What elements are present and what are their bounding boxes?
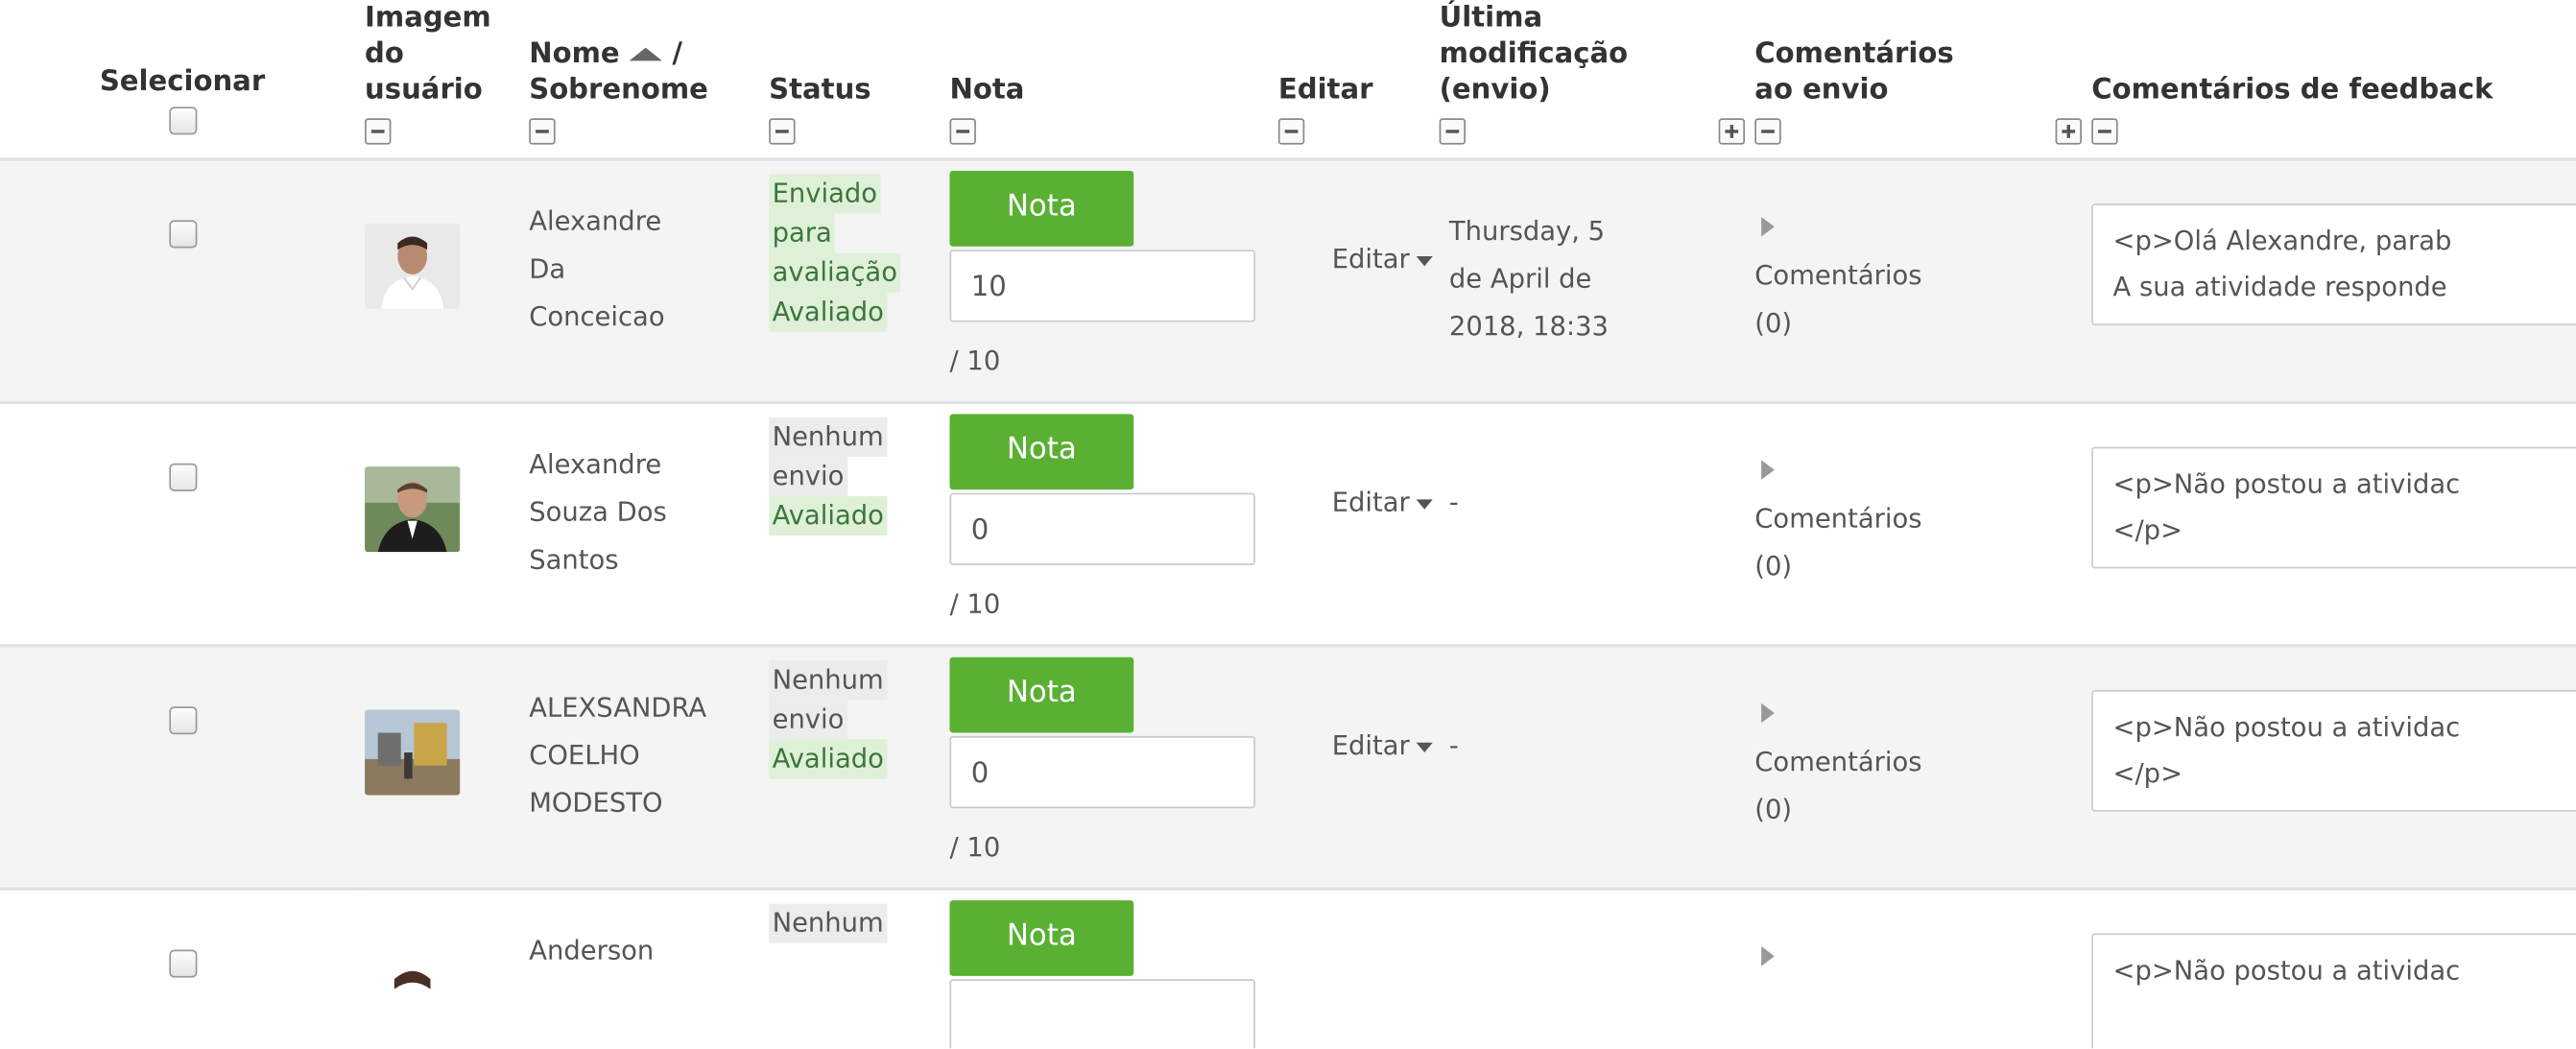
comments-link[interactable]: Comentários (1754, 494, 2091, 542)
expand-comments-icon[interactable] (1761, 703, 1775, 724)
student-name[interactable]: Alexandre (529, 197, 769, 245)
last-modified-date: Thursday, 5 de April de 2018, 18:33 (1448, 215, 1609, 343)
status-badge: Nenhum (769, 891, 949, 943)
row-select-checkbox[interactable] (168, 706, 197, 735)
feedback-textarea[interactable]: <p>Não postou a atividac </p> (2091, 689, 2576, 812)
header-submission-comments: Comentários ao envio (1754, 0, 2091, 159)
sort-first-name-link[interactable]: Nome (529, 37, 619, 70)
comments-link[interactable]: Comentários (1754, 738, 2091, 786)
sort-grade-link[interactable]: Nota (949, 72, 1277, 108)
caret-down-icon (1416, 498, 1433, 509)
collapse-grade-column-icon[interactable] (949, 118, 976, 145)
grade-input[interactable] (949, 979, 1255, 1049)
collapse-modified-column-icon[interactable] (1439, 118, 1467, 145)
header-select: Selecionar (0, 0, 365, 159)
grade-max: / 10 (949, 587, 1001, 620)
status-badge: Enviado para avaliação Avaliado (769, 161, 949, 332)
collapse-feedback-column-icon[interactable] (2091, 118, 2118, 145)
grade-button[interactable]: Nota (949, 656, 1134, 733)
sort-ascending-icon (629, 47, 663, 61)
comments-link[interactable]: Comentários (1754, 251, 2091, 299)
expand-column-icon[interactable] (1718, 118, 1746, 145)
avatar[interactable] (365, 223, 461, 309)
student-name[interactable]: ALEXSANDRA (529, 683, 769, 731)
collapse-name-column-icon[interactable] (529, 118, 556, 145)
status-badge: Nenhum envio Avaliado (769, 404, 949, 536)
avatar[interactable] (365, 952, 461, 1038)
expand-comments-icon[interactable] (1761, 946, 1775, 966)
header-status: Status (769, 0, 949, 159)
grade-max: / 10 (949, 831, 1001, 863)
table-row: Anderson Nenhum Nota <p>Não postou a ati… (0, 889, 2576, 1049)
header-name: Nome / Sobrenome (529, 0, 769, 159)
status-badge: Nenhum envio Avaliado (769, 647, 949, 779)
header-grade: Nota (949, 0, 1277, 159)
sort-status-link[interactable]: Status (769, 72, 949, 108)
grade-input[interactable]: 0 (949, 735, 1255, 809)
grade-button[interactable]: Nota (949, 171, 1134, 247)
caret-down-icon (1416, 255, 1433, 266)
edit-menu[interactable]: Editar (1332, 729, 1433, 761)
header-feedback-comments: Comentários de feedback (2091, 0, 2576, 159)
sort-last-modified-link[interactable]: (envio) (1440, 72, 1755, 108)
grade-max: / 10 (949, 345, 1001, 377)
feedback-textarea[interactable]: <p>Não postou a atividac (2091, 933, 2576, 1049)
grade-button[interactable]: Nota (949, 900, 1134, 976)
row-select-checkbox[interactable] (168, 220, 197, 249)
collapse-comments-column-icon[interactable] (1754, 118, 1781, 145)
row-select-checkbox[interactable] (168, 949, 197, 978)
table-row: ALEXSANDRA COELHO MODESTO Nenhum envio A… (0, 645, 2576, 890)
grade-input[interactable]: 10 (949, 250, 1255, 322)
avatar[interactable] (365, 466, 461, 553)
header-last-modified: Última modificação (envio) (1439, 0, 1755, 159)
header-edit: Editar (1277, 0, 1440, 159)
grade-input[interactable]: 0 (949, 492, 1255, 565)
expand-column-icon[interactable] (2055, 118, 2082, 145)
row-select-checkbox[interactable] (168, 463, 197, 491)
edit-menu[interactable]: Editar (1332, 487, 1433, 517)
last-modified-date: - (1448, 729, 1459, 761)
expand-comments-icon[interactable] (1761, 216, 1775, 237)
header-user-image: Imagem do usuário (365, 0, 529, 159)
select-all-checkbox[interactable] (168, 107, 197, 135)
table-row: Alexandre Souza Dos Santos Nenhum envio … (0, 402, 2576, 645)
table-row: Alexandre Da Conceicao Enviado para aval… (0, 159, 2576, 403)
sort-last-name-link[interactable]: Sobrenome (529, 72, 769, 108)
grading-page: Selecionar Imagem do usuário Nome / Sobre… (0, 0, 2576, 1049)
header-row: Selecionar Imagem do usuário Nome / Sobre… (0, 0, 2576, 159)
collapse-status-column-icon[interactable] (769, 118, 796, 145)
grading-table: Selecionar Imagem do usuário Nome / Sobre… (0, 0, 2576, 1049)
last-modified-date: - (1448, 486, 1459, 518)
collapse-image-column-icon[interactable] (365, 118, 392, 145)
student-name[interactable]: Alexandre (529, 441, 769, 489)
caret-down-icon (1416, 741, 1433, 752)
avatar[interactable] (365, 709, 461, 796)
edit-menu[interactable]: Editar (1332, 243, 1433, 274)
expand-comments-icon[interactable] (1761, 460, 1775, 480)
student-name[interactable]: Anderson (529, 927, 769, 975)
collapse-edit-column-icon[interactable] (1277, 118, 1305, 145)
grade-button[interactable]: Nota (949, 414, 1134, 490)
feedback-textarea[interactable]: <p>Olá Alexandre, parab A sua atividade … (2091, 203, 2576, 325)
feedback-textarea[interactable]: <p>Não postou a atividac </p> (2091, 446, 2576, 569)
